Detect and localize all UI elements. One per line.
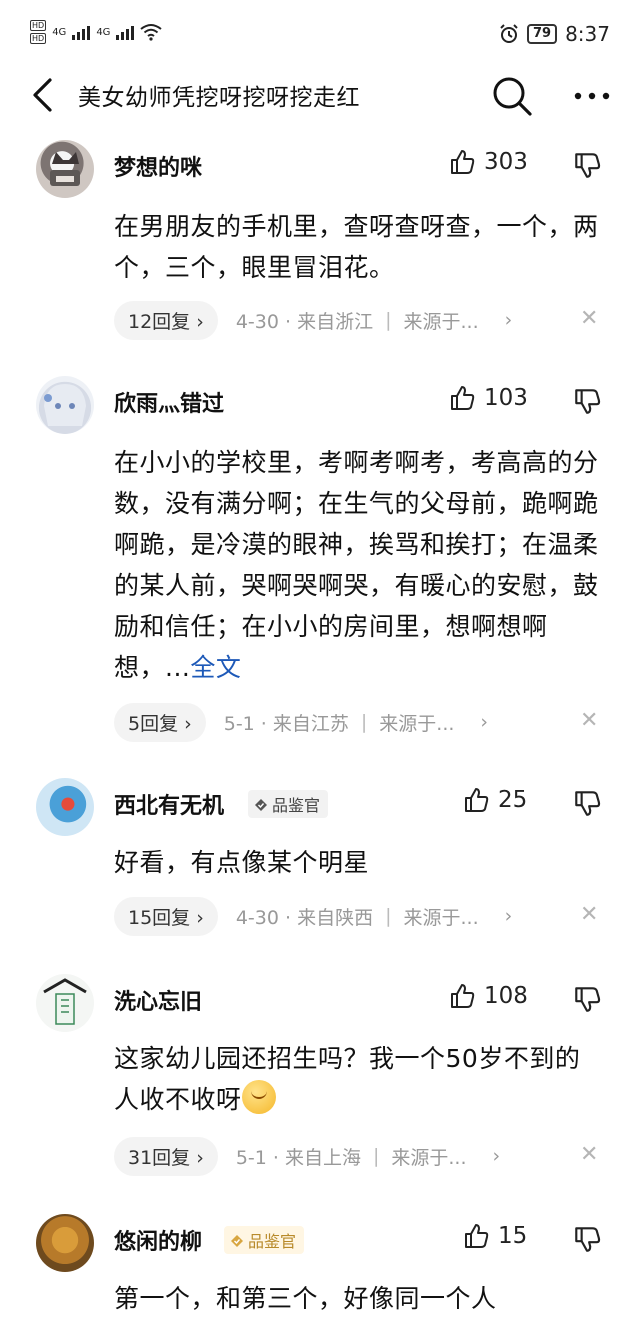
separator: | xyxy=(372,1145,380,1167)
replies-button[interactable]: 5回复 › xyxy=(114,702,206,742)
shield-check-icon xyxy=(255,799,267,811)
avatar[interactable] xyxy=(36,376,94,434)
comment-text: 在小小的学校里，考啊考啊考，考高高的分数，没有满分啊；在生气的父母前，跪啊跪啊跪… xyxy=(114,442,604,688)
like-count: 303 xyxy=(484,149,528,175)
comment-text-body: 这家幼儿园还招生吗？我一个50岁不到的人收不收呀 xyxy=(114,1044,581,1114)
close-icon[interactable]: ✕ xyxy=(580,1142,598,1167)
chevron-right-icon[interactable]: › xyxy=(493,1145,501,1167)
date-location: 5-1 · 来自江苏 xyxy=(223,712,349,735)
full-text-link[interactable]: 全文 xyxy=(190,653,241,682)
chevron-right-icon[interactable]: › xyxy=(505,309,513,331)
like-count: 15 xyxy=(498,1223,528,1249)
username[interactable]: 悠闲的柳 xyxy=(114,1224,202,1256)
username[interactable]: 西北有无机 xyxy=(114,788,224,820)
comment-item: 洗心忘旧 108 这家幼儿园还招生吗？我一个50岁不到的人收不收呀 31回复 ›… xyxy=(0,972,640,1192)
comment-item: 悠闲的柳 品鉴官 15 第一个，和第三个，好像同一个人 xyxy=(0,1212,640,1338)
thumbs-down-icon[interactable] xyxy=(572,386,602,416)
username[interactable]: 欣雨灬错过 xyxy=(114,386,224,418)
username[interactable]: 洗心忘旧 xyxy=(114,984,202,1016)
network-label-1: 4G xyxy=(52,26,67,38)
date-location: 4-30 · 来自陕西 xyxy=(235,906,374,929)
separator: | xyxy=(385,309,392,331)
source-text[interactable]: 来源于... xyxy=(403,307,478,334)
badge-connoisseur: 品鉴官 xyxy=(224,1226,305,1254)
like-button[interactable]: 15 xyxy=(462,1222,527,1250)
replies-button[interactable]: 31回复 › xyxy=(114,1136,218,1176)
page-title: 美女幼师凭挖呀挖呀挖走红 xyxy=(78,85,360,111)
comment-item: 欣雨灬错过 103 在小小的学校里，考啊考啊考，考高高的分数，没有满分啊；在生气… xyxy=(0,374,640,764)
network-label-2: 4G xyxy=(96,26,111,38)
thumbs-up-icon xyxy=(465,788,489,812)
signal-icon-2 xyxy=(116,24,135,40)
shield-check-icon xyxy=(231,1235,243,1247)
username[interactable]: 梦想的咪 xyxy=(114,150,202,182)
like-count: 25 xyxy=(498,787,528,813)
thumbs-up-icon xyxy=(451,150,475,174)
wifi-icon xyxy=(140,24,163,41)
search-icon[interactable] xyxy=(490,74,534,118)
alarm-icon xyxy=(500,24,518,43)
close-icon[interactable]: ✕ xyxy=(580,708,598,733)
comment-text: 在男朋友的手机里，查呀查呀查，一个，两个，三个，眼里冒泪花。 xyxy=(114,212,599,282)
like-button[interactable]: 103 xyxy=(448,384,528,412)
top-nav-bar: 美女幼师凭挖呀挖呀挖走红 xyxy=(0,70,640,120)
like-button[interactable]: 303 xyxy=(448,148,528,176)
avatar-cat-image xyxy=(50,152,80,186)
chevron-right-icon[interactable]: › xyxy=(505,905,513,927)
thumbs-up-icon xyxy=(465,1224,489,1248)
badge-label: 品鉴官 xyxy=(272,796,321,815)
chevron-right-icon[interactable]: › xyxy=(480,711,488,733)
like-button[interactable]: 108 xyxy=(448,982,528,1010)
more-options-icon[interactable] xyxy=(570,78,614,114)
smiling-face-emoji-icon xyxy=(241,1080,276,1114)
comment-text: 第一个，和第三个，好像同一个人 xyxy=(114,1284,497,1313)
close-icon[interactable]: ✕ xyxy=(580,902,598,927)
comment-meta: 5回复 › 5-1 · 来自江苏 | 来源于... › xyxy=(114,702,488,742)
badge-label: 品鉴官 xyxy=(248,1232,297,1251)
replies-button[interactable]: 15回复 › xyxy=(114,896,218,936)
source-text[interactable]: 来源于... xyxy=(403,903,478,930)
thumbs-up-icon xyxy=(451,386,475,410)
source-text[interactable]: 来源于... xyxy=(379,709,454,736)
avatar[interactable] xyxy=(36,140,94,198)
thumbs-down-icon[interactable] xyxy=(572,984,602,1014)
comment-text-body: 在小小的学校里，考啊考啊考，考高高的分数，没有满分啊；在生气的父母前，跪啊跪啊跪… xyxy=(114,448,599,682)
avatar-anime-image xyxy=(44,384,86,426)
replies-button[interactable]: 12回复 › xyxy=(114,300,218,340)
date-location: 5-1 · 来自上海 xyxy=(235,1146,361,1169)
thumbs-up-icon xyxy=(451,984,475,1008)
status-bar: HD HD 4G 4G 79 8:37 xyxy=(0,0,640,70)
like-count: 108 xyxy=(484,983,528,1009)
separator: | xyxy=(385,905,392,927)
comment-item: 梦想的咪 303 在男朋友的手机里，查呀查呀查，一个，两个，三个，眼里冒泪花。 … xyxy=(0,138,640,358)
clock: 8:37 xyxy=(565,22,610,46)
comment-meta: 31回复 › 5-1 · 来自上海 | 来源于... › xyxy=(114,1136,500,1176)
source-text[interactable]: 来源于... xyxy=(391,1143,466,1170)
like-count: 103 xyxy=(484,385,528,411)
comment-text: 这家幼儿园还招生吗？我一个50岁不到的人收不收呀 xyxy=(114,1038,604,1120)
like-button[interactable]: 25 xyxy=(462,786,527,814)
thumbs-down-icon[interactable] xyxy=(572,1224,602,1254)
avatar-logo-image xyxy=(43,978,87,1025)
comment-meta: 15回复 › 4-30 · 来自陕西 | 来源于... › xyxy=(114,896,512,936)
thumbs-down-icon[interactable] xyxy=(572,150,602,180)
avatar[interactable] xyxy=(36,1214,94,1272)
close-icon[interactable]: ✕ xyxy=(580,306,598,331)
badge-connoisseur: 品鉴官 xyxy=(248,790,329,818)
avatar[interactable] xyxy=(36,778,94,836)
signal-icon xyxy=(72,24,91,40)
status-right: 79 8:37 xyxy=(499,22,610,46)
thumbs-down-icon[interactable] xyxy=(572,788,602,818)
comment-text: 好看，有点像某个明星 xyxy=(114,848,370,877)
battery-level: 79 xyxy=(526,24,558,44)
comment-item: 西北有无机 品鉴官 25 好看，有点像某个明星 15回复 › 4-30 · 来自… xyxy=(0,776,640,956)
date-location: 4-30 · 来自浙江 xyxy=(235,310,374,333)
hd-icon: HD HD xyxy=(30,20,47,44)
avatar[interactable] xyxy=(36,974,94,1032)
comment-meta: 12回复 › 4-30 · 来自浙江 | 来源于... › xyxy=(114,300,512,340)
back-arrow-icon[interactable] xyxy=(28,76,58,114)
separator: | xyxy=(360,711,368,733)
network-indicators: HD HD 4G 4G xyxy=(30,20,163,44)
